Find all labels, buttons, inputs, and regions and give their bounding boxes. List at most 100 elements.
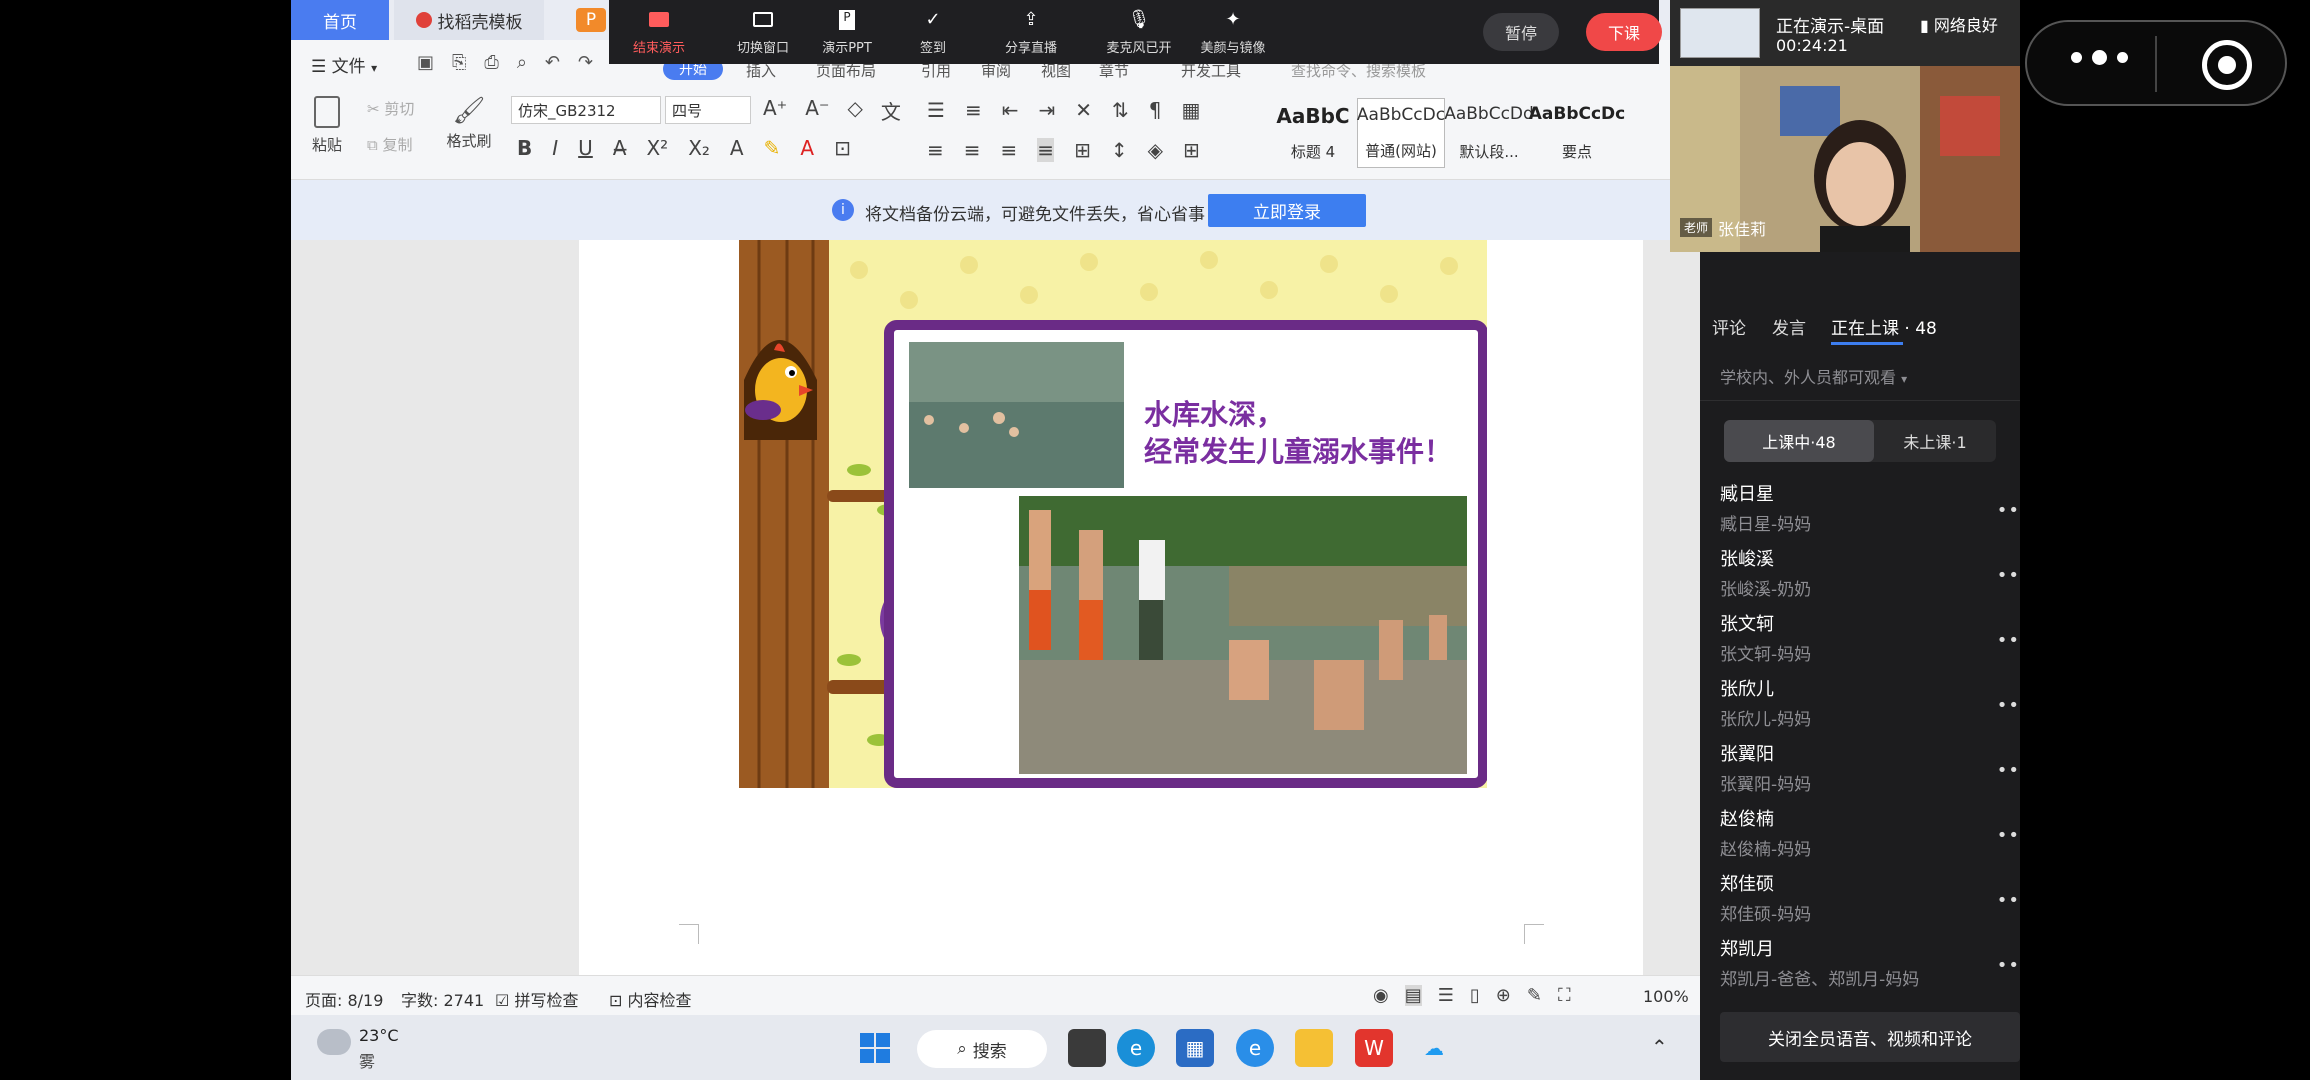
align-right-icon[interactable]: ≡ bbox=[1001, 138, 1018, 162]
tab-home[interactable]: 首页 bbox=[291, 0, 389, 40]
copy-button[interactable]: ⧉ 复制 bbox=[367, 134, 413, 155]
more-icon[interactable]: •• bbox=[1997, 890, 2020, 911]
zoom-level[interactable]: 100% bbox=[1643, 987, 1689, 1006]
print-icon[interactable]: ⎙ bbox=[484, 52, 498, 73]
weather-temp[interactable]: 23°C bbox=[359, 1026, 399, 1045]
align-center-icon[interactable]: ≡ bbox=[964, 138, 981, 162]
ie-icon[interactable]: e bbox=[1236, 1029, 1274, 1067]
ppt-icon[interactable]: P bbox=[576, 8, 606, 32]
char-border-icon[interactable]: ⊡ bbox=[834, 136, 851, 160]
tab-speak[interactable]: 发言 bbox=[1772, 314, 1806, 339]
list-item[interactable]: 郑凯月 郑凯月-爸爸、郑凯月-妈妈 •• bbox=[1720, 935, 2020, 1000]
phonetic-icon[interactable]: 文 bbox=[881, 96, 901, 125]
visibility-select[interactable]: 学校内、外人员都可观看 ▾ bbox=[1720, 364, 1907, 388]
web-view-icon[interactable]: ⊕ bbox=[1496, 985, 1511, 1006]
page-count[interactable]: 页面: 8/19 bbox=[305, 987, 383, 1011]
clear-format-icon[interactable]: ◇ bbox=[848, 96, 863, 125]
seg-in-class[interactable]: 上课中·48 bbox=[1724, 420, 1874, 462]
list-item[interactable]: 张峻溪 张峻溪-奶奶 •• bbox=[1720, 545, 2020, 610]
more-icon[interactable]: •• bbox=[1997, 500, 2020, 521]
underline-icon[interactable]: U bbox=[578, 136, 593, 160]
save-icon[interactable]: ▣ bbox=[417, 52, 434, 73]
content-check-button[interactable]: ⊡ 内容检查 bbox=[609, 987, 692, 1011]
tab-in-class[interactable]: 正在上课 · 48 bbox=[1831, 314, 1937, 339]
more-icon[interactable]: •• bbox=[1997, 955, 2020, 976]
more-icon[interactable]: •• bbox=[1997, 565, 2020, 586]
more-options-icon[interactable] bbox=[2071, 50, 2128, 65]
end-class-button[interactable]: 下课 bbox=[1586, 13, 1662, 51]
start-icon[interactable] bbox=[856, 1029, 894, 1067]
list-item[interactable]: 张翼阳 张翼阳-妈妈 •• bbox=[1720, 740, 2020, 805]
bold-icon[interactable]: B bbox=[517, 136, 532, 160]
more-icon[interactable]: •• bbox=[1997, 630, 2020, 651]
list-item[interactable]: 郑佳硕 郑佳硕-妈妈 •• bbox=[1720, 870, 2020, 935]
superscript-icon[interactable]: X² bbox=[646, 136, 668, 160]
subscript-icon[interactable]: X₂ bbox=[688, 136, 710, 160]
list-item[interactable]: 臧日星 臧日星-妈妈 •• bbox=[1720, 480, 2020, 545]
format-painter-button[interactable]: 🖌 格式刷 bbox=[441, 96, 497, 166]
sort-icon[interactable]: ⇅ bbox=[1112, 98, 1129, 122]
microphone-button[interactable]: 🎙 麦克风已开 bbox=[1089, 0, 1189, 64]
mute-all-button[interactable]: 关闭全员语音、视频和评论 bbox=[1720, 1012, 2020, 1062]
highlight-icon[interactable]: ✎ bbox=[764, 136, 781, 160]
task-view-icon[interactable] bbox=[1068, 1029, 1106, 1067]
cloud-app-icon[interactable]: ☁ bbox=[1415, 1029, 1453, 1067]
font-color-icon[interactable]: A bbox=[800, 136, 814, 160]
wps-icon[interactable]: W bbox=[1355, 1029, 1393, 1067]
outline-view-icon[interactable]: ☰ bbox=[1438, 985, 1454, 1006]
seg-not-in-class[interactable]: 未上课·1 bbox=[1874, 420, 1996, 462]
document-area[interactable]: 水库水深， 经常发生儿童溺水事件！ bbox=[291, 240, 1701, 975]
more-icon[interactable]: •• bbox=[1997, 695, 2020, 716]
distribute-icon[interactable]: ⊞ bbox=[1074, 138, 1091, 162]
teacher-video[interactable]: 老师 张佳莉 bbox=[1670, 66, 2020, 252]
folder-icon[interactable] bbox=[1295, 1029, 1333, 1067]
tray-chevron-icon[interactable]: ⌃ bbox=[1651, 1035, 1668, 1059]
read-view-icon[interactable]: ▯ bbox=[1470, 985, 1480, 1006]
grow-font-icon[interactable]: A⁺ bbox=[763, 96, 787, 125]
cut-button[interactable]: ✂ 剪切 bbox=[367, 98, 414, 119]
show-marks-icon[interactable]: ¶ bbox=[1149, 98, 1162, 122]
line-spacing-icon[interactable]: ↕ bbox=[1111, 138, 1128, 162]
preview-icon[interactable]: ⌕ bbox=[517, 52, 527, 73]
justify-icon[interactable]: ≡ bbox=[1037, 138, 1055, 162]
list-item[interactable]: 赵俊楠 赵俊楠-妈妈 •• bbox=[1720, 805, 2020, 870]
end-presentation-button[interactable]: 结束演示 bbox=[609, 0, 709, 64]
taskbar-search[interactable]: ⌕ 搜索 bbox=[917, 1030, 1047, 1068]
page-view-icon[interactable]: ▤ bbox=[1404, 985, 1422, 1006]
table-grid-icon[interactable]: ▦ bbox=[1182, 98, 1201, 122]
store-icon[interactable]: ▦ bbox=[1176, 1029, 1214, 1067]
pen-icon[interactable]: ✎ bbox=[1527, 985, 1542, 1006]
font-size-select[interactable]: 四号 bbox=[665, 96, 751, 124]
checkin-button[interactable]: ✓ 签到 bbox=[883, 0, 983, 64]
fit-icon[interactable]: ⛶ bbox=[1558, 985, 1571, 1006]
export-icon[interactable]: ⎘ bbox=[452, 52, 466, 73]
beauty-mirror-button[interactable]: ✦ 美颜与镜像 bbox=[1183, 0, 1283, 64]
close-target-icon[interactable] bbox=[2202, 40, 2252, 90]
shading-icon[interactable]: ◈ bbox=[1148, 138, 1163, 162]
style-key-point[interactable]: AaBbCcDc 要点 bbox=[1529, 98, 1626, 168]
italic-icon[interactable]: I bbox=[552, 136, 558, 160]
align-left-icon[interactable]: ≡ bbox=[927, 138, 944, 162]
edge-icon[interactable]: e bbox=[1117, 1029, 1155, 1067]
strikethrough-icon[interactable]: A̶ bbox=[613, 136, 627, 160]
shrink-font-icon[interactable]: A⁻ bbox=[805, 96, 829, 125]
more-icon[interactable]: •• bbox=[1997, 825, 2020, 846]
tab-comments[interactable]: 评论 bbox=[1712, 314, 1746, 339]
font-name-select[interactable]: 仿宋_GB2312 bbox=[511, 96, 661, 124]
list-item[interactable]: 张欣儿 张欣儿-妈妈 •• bbox=[1720, 675, 2020, 740]
indent-icon[interactable]: ⇥ bbox=[1038, 98, 1055, 122]
list-item[interactable]: 张文轲 张文轲-妈妈 •• bbox=[1720, 610, 2020, 675]
style-normal-web[interactable]: AaBbCcDc 普通(网站) bbox=[1357, 98, 1445, 168]
file-menu[interactable]: ☰ 文件 ▾ bbox=[311, 52, 377, 77]
more-icon[interactable]: •• bbox=[1997, 760, 2020, 781]
bullet-list-icon[interactable]: ☰ bbox=[927, 98, 945, 122]
undo-icon[interactable]: ↶ bbox=[545, 52, 560, 73]
share-live-button[interactable]: ⇪ 分享直播 bbox=[981, 0, 1081, 64]
paste-button[interactable]: 粘贴 bbox=[307, 96, 347, 166]
pause-button[interactable]: 暂停 bbox=[1483, 13, 1559, 51]
text-effect-icon[interactable]: A bbox=[730, 136, 744, 160]
word-count[interactable]: 字数: 2741 bbox=[401, 987, 484, 1011]
number-list-icon[interactable]: ≡ bbox=[965, 98, 982, 122]
chinese-layout-icon[interactable]: ✕ bbox=[1075, 98, 1092, 122]
tab-template[interactable]: 找稻壳模板 bbox=[394, 0, 544, 40]
